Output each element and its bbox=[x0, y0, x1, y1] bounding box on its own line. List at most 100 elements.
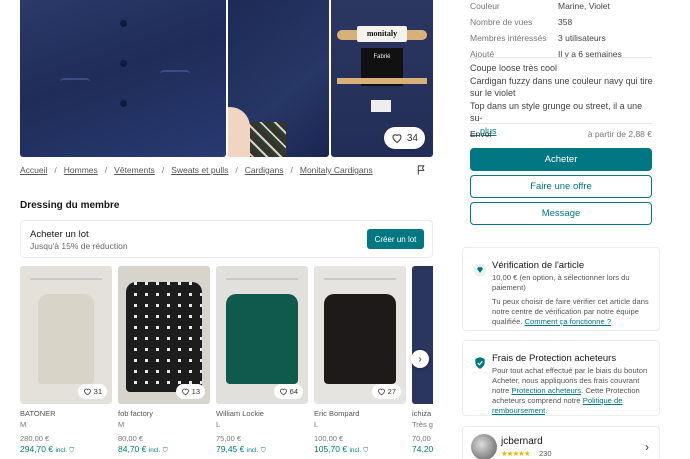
detail-row: Ajouté Il y a 6 semaines bbox=[470, 46, 652, 62]
make-offer-button[interactable]: Faire une offre bbox=[470, 175, 652, 198]
shield-icon: ⛉ bbox=[162, 447, 168, 454]
divider bbox=[470, 123, 652, 124]
item-size: Très g bbox=[412, 420, 433, 429]
item-price-incl: 84,70 € incl. ⛉ bbox=[118, 444, 210, 455]
bundle-title: Acheter un lot bbox=[30, 229, 89, 240]
favourite-button[interactable]: 13 bbox=[175, 384, 205, 399]
item-photo[interactable]: 64 bbox=[216, 266, 308, 404]
diamond-badge-icon bbox=[473, 263, 487, 277]
how-it-works-link[interactable]: Comment ça fonctionne ? bbox=[525, 317, 612, 326]
shirt bbox=[126, 282, 202, 392]
description-title: Coupe loose très cool bbox=[470, 63, 558, 73]
breadcrumb-item[interactable]: Sweats et pulls bbox=[171, 165, 228, 175]
breadcrumb-item[interactable]: Accueil bbox=[20, 165, 47, 175]
review-count: 230 bbox=[539, 449, 552, 458]
product-photo-2[interactable] bbox=[228, 0, 329, 157]
divider bbox=[470, 57, 652, 58]
sweater bbox=[38, 294, 94, 384]
breadcrumb-item[interactable]: Vêtements bbox=[114, 165, 155, 175]
product-photo-1[interactable] bbox=[20, 0, 226, 157]
hanger-bar bbox=[337, 78, 427, 84]
breadcrumb-item[interactable]: Hommes bbox=[64, 165, 98, 175]
item-price-incl: 74,20 bbox=[412, 444, 433, 454]
shield-icon: ⛉ bbox=[363, 447, 369, 454]
price-incl-value: 84,70 € bbox=[118, 444, 147, 454]
breadcrumb-item[interactable]: Cardigans bbox=[245, 165, 284, 175]
heart-icon bbox=[83, 388, 91, 396]
shipping-price: à partir de 2,88 € bbox=[587, 129, 652, 139]
wardrobe-item[interactable]: 64 William Lockie L 75,00 € 79,45 € incl… bbox=[216, 266, 308, 455]
chevron-right-icon[interactable]: › bbox=[645, 440, 649, 454]
favourite-count: 13 bbox=[191, 387, 200, 396]
item-size: M bbox=[118, 420, 125, 429]
item-price: 80,00 € bbox=[118, 434, 144, 443]
item-photo[interactable]: 27 bbox=[314, 266, 406, 404]
shield-icon: ⛉ bbox=[69, 447, 75, 454]
bundle-subtitle: Jusqu'à 15% de réduction bbox=[30, 241, 128, 251]
seller-avatar[interactable] bbox=[471, 434, 497, 459]
breadcrumb-separator: / bbox=[161, 165, 165, 175]
breadcrumb-separator: / bbox=[104, 165, 108, 175]
brand-label: monitaly bbox=[357, 26, 407, 42]
description-line: Top dans un style grunge ou street, il a… bbox=[470, 100, 643, 124]
sweater bbox=[324, 294, 396, 384]
care-label bbox=[371, 100, 391, 112]
detail-key: Couleur bbox=[470, 1, 500, 11]
description-line: Cardigan fuzzy dans une couleur navy qui… bbox=[470, 75, 653, 99]
shipping-label: Envoi bbox=[470, 129, 492, 139]
incl-label: incl. bbox=[55, 447, 68, 454]
price-incl-value: 105,70 € bbox=[314, 444, 348, 454]
breadcrumb: Accueil / Hommes / Vêtements / Sweats et pu… bbox=[20, 165, 373, 175]
detail-value: 358 bbox=[558, 17, 573, 27]
hooks bbox=[226, 270, 298, 280]
cardigan-button bbox=[120, 60, 127, 67]
item-brand: fob factory bbox=[118, 409, 154, 418]
item-brand: BATONER bbox=[20, 409, 56, 418]
hooks bbox=[30, 270, 102, 280]
breadcrumb-item[interactable]: Monitaly Cardigans bbox=[300, 165, 373, 175]
favourite-button[interactable]: 27 bbox=[371, 384, 401, 399]
hand bbox=[228, 107, 250, 157]
buyer-protection-card: Frais de Protection acheteurs Pour tout … bbox=[462, 340, 660, 416]
rating-stars: ★★★★★ bbox=[501, 449, 531, 458]
price-incl-value: 79,45 € bbox=[216, 444, 245, 454]
chevron-right-icon[interactable]: › bbox=[411, 350, 429, 368]
favourite-button[interactable]: 34 bbox=[383, 127, 425, 149]
pocket bbox=[160, 70, 190, 110]
heart-icon bbox=[181, 388, 189, 396]
wardrobe-item[interactable]: 13 fob factory M 80,00 € 84,70 € incl. ⛉ bbox=[118, 266, 210, 455]
wardrobe-item[interactable]: 27 Eric Bompard L 100,00 € 105,70 € incl… bbox=[314, 266, 406, 455]
buyer-protection-link[interactable]: Protection acheteurs bbox=[511, 386, 581, 395]
protection-body: Pour tout achat effectué par le biais du… bbox=[492, 366, 652, 416]
shield-icon bbox=[475, 357, 485, 369]
seller-card[interactable]: jcbernard ★★★★★ 230 › bbox=[462, 426, 660, 459]
wardrobe-item[interactable]: 31 BATONER M 280,00 € 294,70 € incl. ⛉ bbox=[20, 266, 112, 455]
create-bundle-button[interactable]: Créer un lot bbox=[367, 229, 424, 249]
seller-name[interactable]: jcbernard bbox=[501, 436, 543, 447]
verification-title: Vérification de l'article bbox=[492, 260, 585, 271]
breadcrumb-separator: / bbox=[290, 165, 293, 175]
detail-row: Membres intéressés 3 utilisateurs bbox=[470, 30, 652, 46]
report-flag-icon[interactable] bbox=[416, 164, 427, 179]
favourite-button[interactable]: 64 bbox=[273, 384, 303, 399]
product-photo-3[interactable]: monitaly Fabrié 34 bbox=[331, 0, 433, 157]
incl-label: incl. bbox=[246, 447, 259, 454]
bundle-banner: Acheter un lot Jusqu'à 15% de réduction … bbox=[20, 220, 433, 258]
incl-label: incl. bbox=[349, 447, 362, 454]
cardigan-button bbox=[120, 100, 127, 107]
sweater bbox=[226, 294, 298, 384]
favourite-button[interactable]: 31 bbox=[77, 384, 107, 399]
detail-key: Nombre de vues bbox=[470, 17, 533, 27]
verification-price: 10,00 € (en option, à sélectionner lors … bbox=[492, 273, 630, 292]
item-brand: ichiza bbox=[412, 409, 432, 418]
message-button[interactable]: Message bbox=[470, 202, 652, 225]
heart-icon bbox=[279, 388, 287, 396]
item-photo[interactable]: 13 bbox=[118, 266, 210, 404]
shipping-row: Envoi à partir de 2,88 € bbox=[470, 129, 652, 139]
buy-button[interactable]: Acheter bbox=[470, 148, 652, 171]
item-photo[interactable] bbox=[412, 266, 433, 404]
favourite-count: 34 bbox=[406, 132, 418, 144]
item-photo[interactable]: 31 bbox=[20, 266, 112, 404]
item-price-incl: 79,45 € incl. ⛉ bbox=[216, 444, 308, 455]
breadcrumb-separator: / bbox=[235, 165, 238, 175]
